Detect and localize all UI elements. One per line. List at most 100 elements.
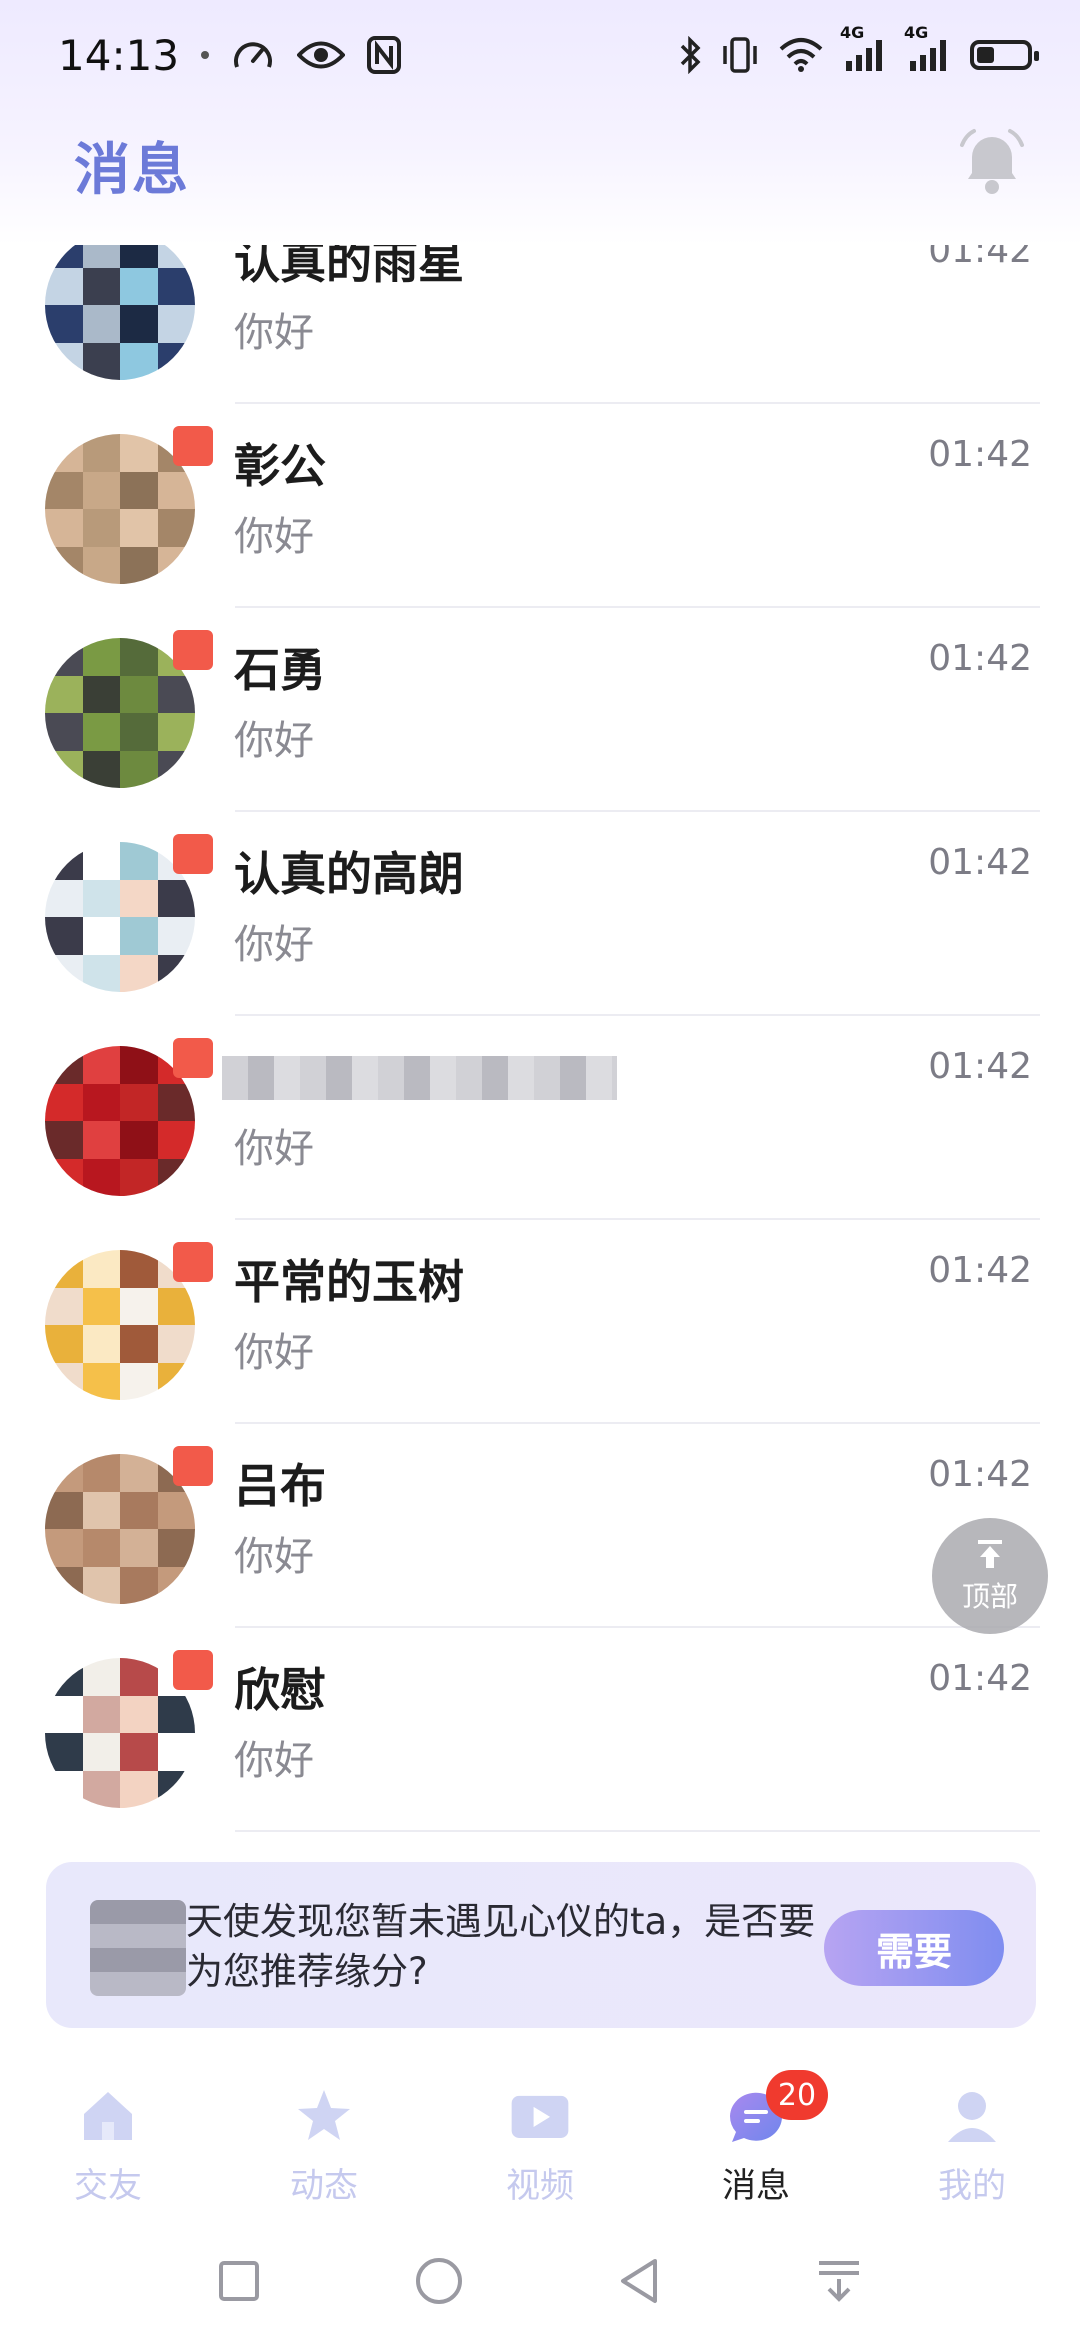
avatar-pixel [45,1658,83,1696]
avatar-pixel [82,1529,121,1567]
avatar-pixel [120,1454,158,1492]
page-title: 消息 [74,138,190,203]
conversation-row[interactable]: 吕布 你好 01:42 [0,1424,1080,1628]
row-divider [235,1830,1040,1832]
signal-4g-icon: 4G [840,23,888,73]
avatar-pixel [157,1491,195,1530]
avatar-pixel [120,1158,158,1196]
avatar-pixel [45,638,83,676]
avatar-pixel [120,879,158,918]
contact-name: 认真的高朗 [234,847,464,901]
avatar-pixel [82,638,121,676]
avatar-pixel [120,675,158,714]
conversation-row[interactable]: 你好 01:42 [0,1016,1080,1220]
conversation-list: 认真的雨星 你好 01:42 彰公 你好 01:42 石勇 你好 01:42 认… [0,200,1080,1832]
avatar-pixel [45,1695,83,1734]
back-triangle-icon[interactable] [615,2255,663,2311]
last-message: 你好 [234,1534,314,1580]
eye-icon [297,38,346,72]
tab-home[interactable]: 交友 [0,2060,216,2220]
unread-dot [173,834,213,874]
avatar-pixel [82,1658,121,1696]
avatar-pixel [157,509,195,547]
avatar-pixel [120,1491,158,1530]
avatar[interactable] [45,230,195,380]
back-to-top-button[interactable]: 顶部 [932,1518,1048,1634]
avatar-pixel [45,1083,83,1122]
conversation-row[interactable]: 平常的玉树 你好 01:42 [0,1220,1080,1424]
contact-name: 平常的玉树 [234,1255,464,1309]
avatar-pixel [45,471,83,510]
battery-icon [970,40,1039,70]
avatar-pixel [120,713,158,751]
tab-video[interactable]: 视频 [432,2060,648,2220]
status-right: 4G 4G [678,23,1039,74]
avatar-pixel [120,1658,158,1696]
avatar-pixel [120,1529,158,1567]
unread-dot [173,1038,213,1078]
avatar-pixel [82,1046,121,1084]
avatar-pixel [82,1454,121,1492]
message-time: 01:42 [928,1250,1032,1291]
avatar-pixel [120,342,158,380]
message-time: 01:42 [928,842,1032,883]
avatar-pixel [82,675,121,714]
avatar-pixel [82,1491,121,1530]
avatar-pixel [157,1770,195,1808]
avatar-pixel [82,1566,121,1604]
unread-badge: 20 [766,2070,828,2120]
tab-label: 消息 [722,2166,790,2206]
avatar-pixel [82,1362,121,1400]
tab-label: 我的 [938,2166,1006,2206]
avatar-pixel [45,675,83,714]
top-area: 14:13 4G 4G 消息 [0,0,1080,245]
tab-label: 交友 [74,2166,142,2206]
avatar-pixel [120,954,158,992]
home-circle-icon[interactable] [413,2255,465,2311]
star-icon [292,2084,356,2148]
contact-name: 彰公 [234,439,326,493]
bluetooth-icon [678,36,702,74]
last-message: 你好 [234,310,314,356]
avatar-pixel [82,1325,121,1363]
avatar-pixel [82,434,121,472]
bell-icon[interactable] [952,123,1032,203]
avatar-pixel [157,713,195,751]
video-icon [508,2084,572,2148]
avatar-pixel [45,917,83,955]
vibrate-icon [720,36,760,74]
avatar-pixel [82,750,121,788]
conversation-row[interactable]: 石勇 你好 01:42 [0,608,1080,812]
tab-profile[interactable]: 我的 [864,2060,1080,2220]
avatar-pixel [82,267,121,306]
avatar-pixel [157,675,195,714]
tab-messages[interactable]: 20 消息 [648,2060,864,2220]
avatar-pixel [120,1566,158,1604]
avatar-pixel [82,1083,121,1122]
avatar-pixel [45,1454,83,1492]
conversation-row[interactable]: 欣慰 你好 01:42 [0,1628,1080,1832]
avatar-wrap [45,834,213,992]
avatar-pixel [82,509,121,547]
message-time: 01:42 [928,638,1032,679]
avatar-pixel [120,638,158,676]
tab-label: 视频 [506,2166,574,2206]
avatar-wrap [45,1038,213,1196]
avatar-pixel [45,954,83,992]
avatar-pixel [82,842,121,880]
avatar-pixel [82,1287,121,1326]
keyboard-down-icon[interactable] [813,2255,865,2311]
banner-avatar [90,1900,186,1996]
avatar-pixel [82,1250,121,1288]
avatar-pixel [45,1250,83,1288]
avatar-pixel [45,1325,83,1363]
conversation-row[interactable]: 彰公 你好 01:42 [0,404,1080,608]
unread-dot [173,630,213,670]
conversation-row[interactable]: 认真的高朗 你好 01:42 [0,812,1080,1016]
avatar-pixel [82,713,121,751]
need-button[interactable]: 需要 [824,1910,1004,1986]
avatar-pixel [157,546,195,584]
tab-moments[interactable]: 动态 [216,2060,432,2220]
avatar-pixel [82,1695,121,1734]
recents-square-icon[interactable] [215,2257,263,2309]
